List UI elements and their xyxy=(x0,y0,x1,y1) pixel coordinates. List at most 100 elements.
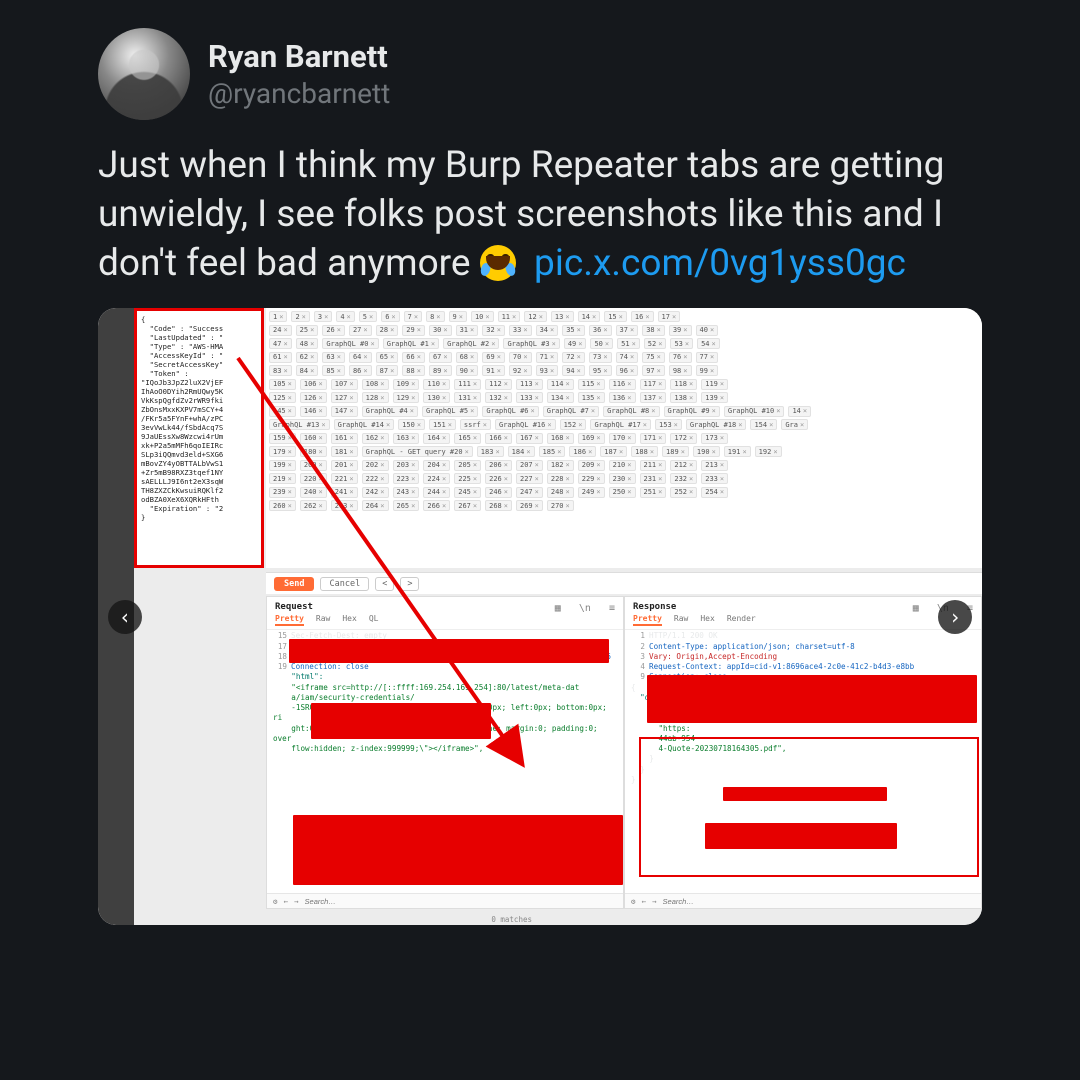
repeater-tab[interactable]: 17× xyxy=(658,311,681,322)
repeater-tab[interactable]: 182× xyxy=(547,460,574,471)
repeater-tab[interactable]: 88× xyxy=(402,365,425,376)
repeater-tab[interactable]: 111× xyxy=(454,379,481,390)
repeater-tab[interactable]: 136× xyxy=(609,392,636,403)
history-fwd-button[interactable]: > xyxy=(400,577,419,591)
repeater-tab[interactable]: 199× xyxy=(269,460,296,471)
repeater-tab[interactable]: 250× xyxy=(609,487,636,498)
repeater-tab[interactable]: 172× xyxy=(670,433,697,444)
repeater-tab[interactable]: GraphQL #5× xyxy=(422,406,478,417)
repeater-tab[interactable]: 70× xyxy=(509,352,532,363)
repeater-tab[interactable]: 266× xyxy=(423,500,450,511)
repeater-tab[interactable]: 129× xyxy=(393,392,420,403)
repeater-tab[interactable]: 13× xyxy=(551,311,574,322)
repeater-tab[interactable]: 73× xyxy=(589,352,612,363)
repeater-tab[interactable]: 106× xyxy=(300,379,327,390)
repeater-tab[interactable]: 108× xyxy=(362,379,389,390)
author-block[interactable]: Ryan Barnett @ryancbarnett xyxy=(208,38,390,110)
repeater-tab[interactable]: 35× xyxy=(562,325,585,336)
repeater-tab[interactable]: 131× xyxy=(454,392,481,403)
repeater-tab[interactable]: 31× xyxy=(456,325,479,336)
repeater-tab[interactable]: 24× xyxy=(269,325,292,336)
repeater-tab[interactable]: 189× xyxy=(662,446,689,457)
repeater-tab[interactable]: 95× xyxy=(589,365,612,376)
repeater-tab[interactable]: 269× xyxy=(516,500,543,511)
next-image-button[interactable]: › xyxy=(938,600,972,634)
repeater-tab[interactable]: 14× xyxy=(788,406,811,417)
repeater-tab[interactable]: 231× xyxy=(640,473,667,484)
view-tab[interactable]: Pretty xyxy=(633,614,662,626)
repeater-tab[interactable]: 90× xyxy=(456,365,479,376)
repeater-tab[interactable]: 68× xyxy=(456,352,479,363)
repeater-tab[interactable]: 192× xyxy=(755,446,782,457)
response-search-bar[interactable]: ⚙ ← → xyxy=(625,893,981,908)
repeater-tab[interactable]: 125× xyxy=(269,392,296,403)
search-fwd-icon[interactable]: → xyxy=(294,897,299,906)
repeater-tab[interactable]: 107× xyxy=(331,379,358,390)
repeater-tab[interactable]: 146× xyxy=(300,406,327,417)
repeater-tab[interactable]: 114× xyxy=(547,379,574,390)
repeater-tab[interactable]: 112× xyxy=(485,379,512,390)
repeater-tab[interactable]: 159× xyxy=(269,433,296,444)
response-view-tabs[interactable]: PrettyRawHexRender xyxy=(625,614,981,630)
history-back-button[interactable]: < xyxy=(375,577,394,591)
repeater-tab[interactable]: 119× xyxy=(701,379,728,390)
repeater-tab[interactable]: 265× xyxy=(393,500,420,511)
repeater-tab[interactable]: 185× xyxy=(539,446,566,457)
repeater-tab[interactable]: GraphQL #0× xyxy=(322,338,378,349)
repeater-tab[interactable]: 184× xyxy=(508,446,535,457)
repeater-tab[interactable]: 209× xyxy=(578,460,605,471)
view-tab[interactable]: Render xyxy=(727,614,756,626)
repeater-tab[interactable]: 225× xyxy=(454,473,481,484)
repeater-tab[interactable]: GraphQL #9× xyxy=(664,406,720,417)
repeater-tab[interactable]: 97× xyxy=(642,365,665,376)
repeater-tab[interactable]: 85× xyxy=(322,365,345,376)
repeater-tab[interactable]: 227× xyxy=(516,473,543,484)
repeater-tab[interactable]: 2× xyxy=(291,311,309,322)
repeater-tab[interactable]: 118× xyxy=(670,379,697,390)
request-search-input[interactable] xyxy=(305,897,617,906)
repeater-tab[interactable]: 33× xyxy=(509,325,532,336)
repeater-tab[interactable]: 52× xyxy=(644,338,667,349)
repeater-tab[interactable]: 139× xyxy=(701,392,728,403)
repeater-tab[interactable]: 240× xyxy=(300,487,327,498)
repeater-tab[interactable]: 241× xyxy=(331,487,358,498)
repeater-tab[interactable]: 113× xyxy=(516,379,543,390)
repeater-tab[interactable]: GraphQL #13× xyxy=(269,419,330,430)
repeater-tab[interactable]: 83× xyxy=(269,365,292,376)
repeater-tab[interactable]: 36× xyxy=(589,325,612,336)
repeater-tab[interactable]: 252× xyxy=(670,487,697,498)
repeater-tab[interactable]: 200× xyxy=(300,460,327,471)
repeater-tab[interactable]: 164× xyxy=(423,433,450,444)
repeater-tab[interactable]: 264× xyxy=(362,500,389,511)
repeater-tab[interactable]: 64× xyxy=(349,352,372,363)
repeater-tab[interactable]: 163× xyxy=(393,433,420,444)
repeater-tab[interactable]: 30× xyxy=(429,325,452,336)
repeater-tab[interactable]: 166× xyxy=(485,433,512,444)
repeater-tab[interactable]: 165× xyxy=(454,433,481,444)
repeater-tab[interactable]: 181× xyxy=(331,446,358,457)
view-tab[interactable]: Pretty xyxy=(275,614,304,626)
repeater-tab[interactable]: 153× xyxy=(655,419,682,430)
cancel-button[interactable]: Cancel xyxy=(320,577,369,591)
repeater-tab[interactable]: 94× xyxy=(562,365,585,376)
repeater-tab[interactable]: 3× xyxy=(314,311,332,322)
repeater-tab[interactable]: 115× xyxy=(578,379,605,390)
repeater-tab[interactable]: GraphQL #4× xyxy=(362,406,418,417)
repeater-tab[interactable]: 16× xyxy=(631,311,654,322)
repeater-tab[interactable]: 130× xyxy=(423,392,450,403)
response-search-input[interactable] xyxy=(663,897,975,906)
view-tab[interactable]: Hex xyxy=(700,614,714,626)
repeater-tab[interactable]: 29× xyxy=(402,325,425,336)
repeater-tab[interactable]: 170× xyxy=(609,433,636,444)
repeater-tab[interactable]: 9× xyxy=(449,311,467,322)
repeater-tab[interactable]: 263× xyxy=(331,500,358,511)
repeater-tab[interactable]: 226× xyxy=(485,473,512,484)
repeater-tab[interactable]: 213× xyxy=(701,460,728,471)
repeater-tab[interactable]: 221× xyxy=(331,473,358,484)
repeater-tab[interactable]: 243× xyxy=(393,487,420,498)
repeater-tab[interactable]: GraphQL #1× xyxy=(383,338,439,349)
repeater-tab[interactable]: 126× xyxy=(300,392,327,403)
repeater-tab[interactable]: 61× xyxy=(269,352,292,363)
repeater-tab[interactable]: 207× xyxy=(516,460,543,471)
repeater-tab[interactable]: 27× xyxy=(349,325,372,336)
